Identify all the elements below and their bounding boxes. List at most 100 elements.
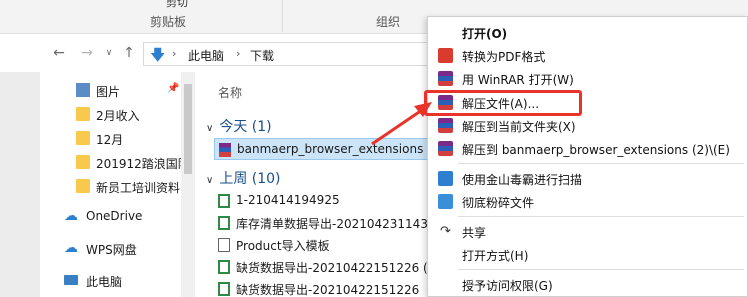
menu-divider bbox=[458, 216, 744, 217]
group-title: 上周 (10) bbox=[219, 171, 281, 187]
folder-icon bbox=[76, 131, 90, 145]
organize-group-label: 组织 bbox=[376, 15, 401, 29]
menu-item-label: 打开方式(H) bbox=[462, 249, 529, 263]
nav-item-this-pc[interactable]: 此电脑 bbox=[40, 270, 195, 292]
table-row[interactable]: Product导入模板 bbox=[214, 234, 430, 256]
shred-icon bbox=[438, 194, 453, 209]
folder-icon bbox=[76, 107, 90, 121]
file-name: Product导入模板 bbox=[236, 239, 330, 253]
winrar-icon bbox=[438, 141, 453, 156]
excel-icon bbox=[218, 216, 230, 230]
annotation-highlight-box bbox=[424, 90, 582, 116]
shield-icon bbox=[438, 171, 453, 186]
nav-item-label: 2月收入 bbox=[96, 109, 140, 123]
file-name: 1-210414194925 bbox=[236, 193, 340, 207]
breadcrumb-this-pc[interactable]: 此电脑 bbox=[188, 47, 224, 64]
menu-item-open-with-winrar[interactable]: 用 WinRAR 打开(W) bbox=[428, 67, 747, 90]
navigation-pane: 图片 📌 2月收入 12月 201912踏浪国际 新员工培训资料 ☁ OneDr… bbox=[40, 72, 195, 297]
nav-item-feb-income[interactable]: 2月收入 bbox=[40, 104, 195, 126]
menu-item-label: 转换为PDF格式 bbox=[462, 50, 546, 64]
menu-item-shred-file[interactable]: 彻底粉碎文件 bbox=[428, 190, 747, 213]
nav-item-onedrive[interactable]: ☁ OneDrive bbox=[40, 206, 195, 228]
menu-item-share[interactable]: ↷ 共享 bbox=[428, 220, 747, 243]
pictures-folder-icon bbox=[76, 83, 90, 97]
menu-item-open-with[interactable]: 打开方式(H) bbox=[428, 243, 747, 266]
pdf-icon bbox=[438, 48, 453, 63]
folder-icon bbox=[76, 179, 90, 193]
folder-icon bbox=[76, 155, 90, 169]
excel-icon bbox=[218, 194, 230, 208]
rar-icon bbox=[219, 143, 231, 157]
file-name: 库存清单数据导出-202104231143 bbox=[236, 217, 428, 231]
recent-locations-chevron-icon[interactable]: ∨ bbox=[100, 44, 118, 62]
menu-item-open[interactable]: 打开(O) bbox=[428, 21, 747, 44]
cut-button-label[interactable]: 剪切 bbox=[166, 0, 188, 10]
nav-item-label: 此电脑 bbox=[86, 275, 123, 289]
nav-item-december[interactable]: 12月 bbox=[40, 128, 195, 150]
wps-cloud-icon: ☁ bbox=[64, 240, 78, 256]
share-icon: ↷ bbox=[440, 224, 451, 239]
file-name: banmaerp_browser_extensions (2 bbox=[237, 142, 440, 156]
breadcrumb-downloads[interactable]: 下载 bbox=[250, 47, 274, 64]
menu-item-label: 使用金山毒霸进行扫描 bbox=[462, 173, 583, 187]
excel-icon bbox=[218, 260, 230, 274]
group-header-last-week[interactable]: ∨ 上周 (10) bbox=[206, 168, 281, 188]
menu-item-label: 打开(O) bbox=[462, 27, 508, 41]
menu-item-label: 用 WinRAR 打开(W) bbox=[462, 73, 574, 87]
cloud-icon: ☁ bbox=[64, 208, 78, 224]
breadcrumb-separator-icon: › bbox=[236, 47, 241, 60]
menu-item-label: 共享 bbox=[462, 226, 487, 240]
menu-item-label: 解压到当前文件夹(X) bbox=[462, 120, 576, 134]
menu-item-label: 解压到 banmaerp_browser_extensions (2)\(E) bbox=[462, 143, 730, 157]
menu-divider bbox=[458, 163, 744, 164]
ribbon-divider bbox=[282, 0, 283, 32]
context-menu: 打开(O) 转换为PDF格式 用 WinRAR 打开(W) 解压文件(A)...… bbox=[427, 16, 748, 297]
clipboard-group-label: 剪贴板 bbox=[150, 15, 187, 29]
menu-item-label: 授予访问权限(G) bbox=[462, 279, 553, 293]
nav-item-label: 12月 bbox=[96, 133, 124, 147]
download-arrow-icon: 🡇 bbox=[150, 46, 166, 64]
table-row[interactable]: 1-210414194925 bbox=[214, 190, 430, 212]
winrar-icon bbox=[438, 118, 453, 133]
nav-item-pictures[interactable]: 图片 📌 bbox=[40, 80, 195, 102]
menu-item-convert-pdf[interactable]: 转换为PDF格式 bbox=[428, 44, 747, 67]
nav-item-201912[interactable]: 201912踏浪国际 bbox=[40, 152, 195, 174]
nav-item-training[interactable]: 新员工培训资料 bbox=[40, 176, 195, 198]
menu-item-antivirus-scan[interactable]: 使用金山毒霸进行扫描 bbox=[428, 167, 747, 190]
nav-item-label: 图片 bbox=[96, 85, 121, 99]
up-arrow-icon[interactable]: ↑ bbox=[120, 44, 138, 62]
left-window-gutter bbox=[0, 72, 40, 297]
group-header-today[interactable]: ∨ 今天 (1) bbox=[206, 116, 272, 136]
nav-item-label: 新员工培训资料 bbox=[96, 181, 181, 195]
breadcrumb-separator-icon: › bbox=[172, 47, 177, 60]
winrar-icon bbox=[438, 71, 453, 86]
computer-icon bbox=[64, 275, 78, 285]
nav-item-wps-cloud[interactable]: ☁ WPS网盘 bbox=[40, 238, 195, 260]
menu-divider bbox=[458, 269, 744, 270]
nav-item-label: OneDrive bbox=[86, 209, 143, 223]
file-name: 缺货数据导出-20210422151226 bbox=[236, 283, 420, 297]
table-row[interactable]: 缺货数据导出-20210422151226 (1 bbox=[214, 256, 435, 278]
chevron-down-icon: ∨ bbox=[206, 123, 214, 134]
group-title: 今天 (1) bbox=[219, 119, 272, 135]
nav-item-label: WPS网盘 bbox=[86, 243, 137, 257]
menu-item-label: 彻底粉碎文件 bbox=[462, 196, 535, 210]
table-row[interactable]: banmaerp_browser_extensions (2 bbox=[214, 138, 439, 160]
address-bar[interactable]: 🡇 › 此电脑 › 下载 bbox=[143, 42, 443, 66]
chevron-down-icon: ∨ bbox=[206, 175, 214, 186]
menu-item-extract-here[interactable]: 解压到当前文件夹(X) bbox=[428, 114, 747, 137]
file-list: 名称 ∨ 今天 (1) banmaerp_browser_extensions (… bbox=[196, 72, 439, 297]
document-icon bbox=[218, 238, 230, 252]
excel-icon bbox=[218, 282, 230, 296]
menu-item-extract-to-folder[interactable]: 解压到 banmaerp_browser_extensions (2)\(E) bbox=[428, 137, 747, 160]
nav-scrollbar-thumb[interactable] bbox=[184, 84, 192, 174]
table-row[interactable]: 库存清单数据导出-202104231143 bbox=[214, 212, 430, 234]
pin-icon[interactable]: 📌 bbox=[167, 83, 179, 94]
forward-arrow-icon[interactable]: → bbox=[78, 44, 96, 62]
file-name: 缺货数据导出-20210422151226 (1 bbox=[236, 261, 436, 275]
nav-item-label: 201912踏浪国际 bbox=[96, 157, 190, 171]
table-row[interactable]: 缺货数据导出-20210422151226 bbox=[214, 278, 430, 297]
column-header-name[interactable]: 名称 bbox=[218, 84, 242, 101]
menu-item-grant-access[interactable]: 授予访问权限(G) bbox=[428, 273, 747, 296]
back-arrow-icon[interactable]: ← bbox=[50, 44, 68, 62]
